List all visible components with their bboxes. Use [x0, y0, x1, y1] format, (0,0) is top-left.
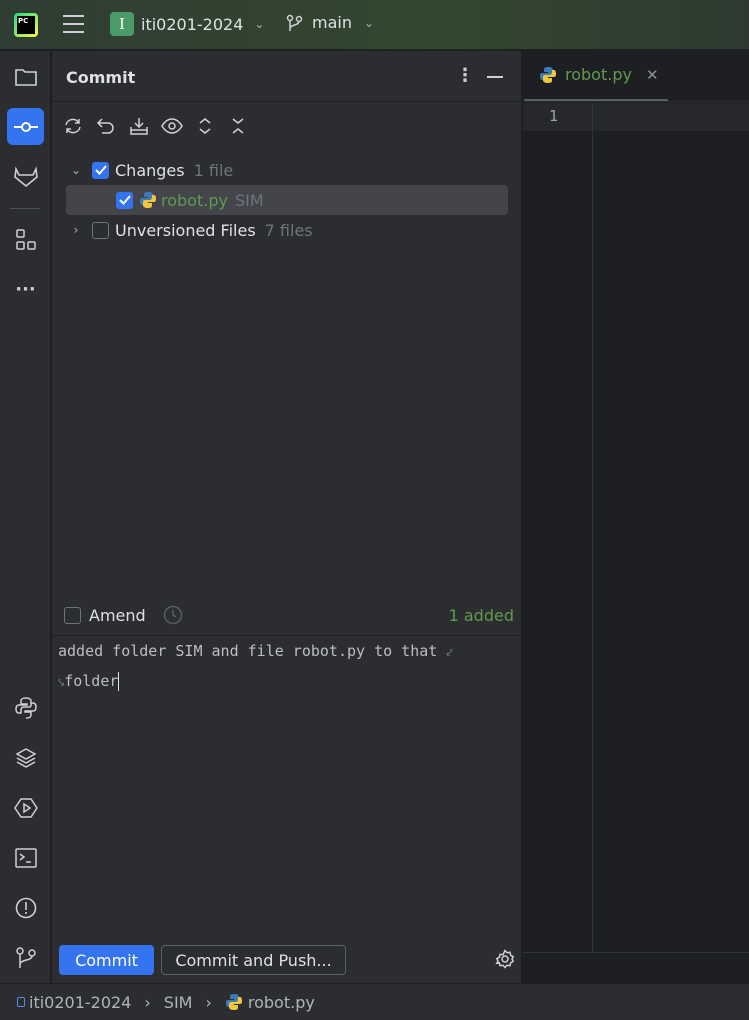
preview-diff-icon[interactable]: [161, 115, 183, 137]
chevron-down-icon: ⌄: [363, 15, 375, 30]
soft-wrap-icon: ⤦: [446, 646, 453, 659]
chevron-down-icon[interactable]: ⌄: [66, 163, 86, 177]
collapse-all-icon[interactable]: [227, 115, 249, 137]
tab-label: robot.py: [565, 65, 632, 84]
file-directory: SIM: [234, 190, 264, 210]
changes-summary: 1 added: [448, 605, 514, 625]
amend-label[interactable]: Amend: [89, 606, 146, 625]
unversioned-label: Unversioned Files: [115, 220, 256, 240]
python-file-icon: [140, 192, 156, 208]
more-icon[interactable]: ···: [7, 271, 44, 308]
expand-all-icon[interactable]: [194, 115, 216, 137]
folder-icon[interactable]: [7, 58, 44, 95]
pycharm-logo: PC: [14, 13, 38, 37]
unversioned-checkbox[interactable]: [92, 221, 109, 239]
python-console-icon[interactable]: [7, 689, 44, 726]
rollback-icon[interactable]: [95, 115, 117, 137]
python-file-icon: [540, 66, 556, 83]
main-menu-button[interactable]: [63, 15, 84, 33]
branch-icon: [286, 14, 303, 31]
project-badge: I: [110, 12, 134, 36]
breadcrumb-project[interactable]: iti0201-2024: [29, 993, 131, 1012]
gear-icon[interactable]: [495, 949, 515, 969]
changes-label: Changes: [115, 160, 185, 180]
history-icon[interactable]: [163, 605, 183, 625]
gitlab-icon[interactable]: [7, 158, 44, 195]
commit-panel: Commit ⋮ ⌄ Changes 1 file robot.py SIM ›…: [52, 51, 522, 983]
gutter-divider: [592, 103, 593, 953]
commit-and-push-button[interactable]: Commit and Push...: [161, 945, 346, 975]
branch-name: main: [312, 13, 352, 32]
tree-node-file[interactable]: robot.py SIM: [66, 185, 508, 215]
tree-node-unversioned[interactable]: › Unversioned Files 7 files: [66, 215, 508, 245]
commit-toolbar: [62, 115, 249, 137]
unversioned-count: 7 files: [264, 220, 313, 240]
shelve-icon[interactable]: [128, 115, 150, 137]
git-icon[interactable]: [7, 939, 44, 976]
editor-area: robot.py ✕ 1: [523, 51, 749, 983]
terminal-icon[interactable]: [7, 839, 44, 876]
panel-title: Commit: [66, 68, 136, 87]
chevron-down-icon: ⌄: [254, 17, 265, 31]
commit-icon[interactable]: [7, 108, 44, 145]
refresh-icon[interactable]: [62, 115, 84, 137]
options-menu-icon[interactable]: ⋮: [456, 65, 474, 86]
chevron-right-icon: ›: [144, 992, 151, 1012]
changes-count: 1 file: [193, 160, 234, 180]
title-bar: PC I iti0201-2024 ⌄ main ⌄: [0, 0, 749, 50]
divider: [10, 208, 40, 209]
chevron-right-icon[interactable]: ›: [66, 223, 86, 237]
tool-window-strip: ···: [0, 51, 51, 983]
text-caret: [118, 672, 120, 691]
layers-icon[interactable]: [7, 739, 44, 776]
run-icon[interactable]: [7, 789, 44, 826]
module-icon: [17, 997, 25, 1007]
line-number: 1: [549, 107, 559, 125]
breadcrumb-file[interactable]: robot.py: [248, 993, 315, 1012]
status-bar-breadcrumb: iti0201-2024 › SIM › robot.py: [0, 983, 749, 1020]
amend-checkbox[interactable]: [64, 606, 81, 624]
commit-button[interactable]: Commit: [59, 945, 154, 975]
chevron-right-icon: ›: [205, 992, 212, 1012]
structure-icon[interactable]: [7, 221, 44, 258]
editor-tab-robot-py[interactable]: robot.py ✕: [539, 65, 659, 84]
problems-icon[interactable]: [7, 889, 44, 926]
project-name: iti0201-2024: [141, 14, 244, 34]
project-selector[interactable]: I iti0201-2024 ⌄: [110, 12, 264, 36]
commit-message-input[interactable]: added folder SIM and file robot.py to th…: [58, 637, 508, 697]
tree-node-changes[interactable]: ⌄ Changes 1 file: [66, 155, 508, 185]
changes-checkbox[interactable]: [92, 161, 109, 179]
branch-selector[interactable]: main ⌄: [286, 13, 374, 32]
breadcrumb-folder[interactable]: SIM: [164, 993, 193, 1012]
minimize-icon[interactable]: [487, 76, 503, 78]
file-checkbox[interactable]: [116, 191, 133, 209]
file-name: robot.py: [161, 190, 228, 210]
close-icon[interactable]: ✕: [646, 66, 659, 84]
amend-row: Amend 1 added: [64, 605, 514, 625]
python-file-icon: [225, 994, 242, 1010]
